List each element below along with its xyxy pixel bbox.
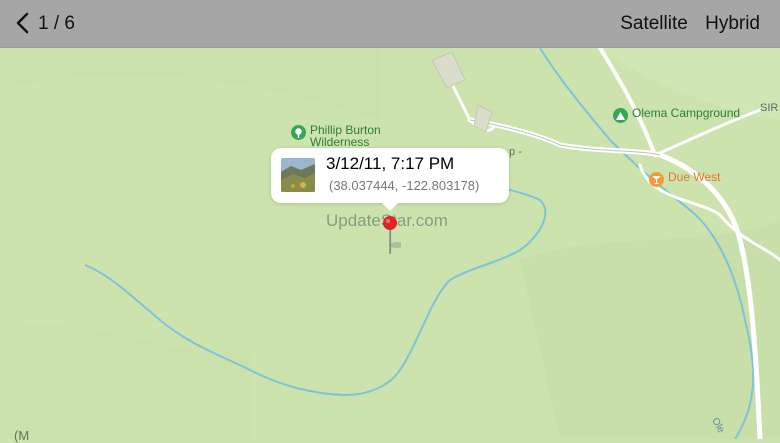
location-pin[interactable] [381, 215, 405, 257]
chevron-left-icon [16, 12, 29, 34]
road-label-fragment: p - [509, 146, 522, 158]
photo-timestamp: 3/12/11, 7:17 PM [326, 154, 455, 173]
satellite-button[interactable]: Satellite [620, 13, 688, 34]
tent-icon [613, 108, 628, 123]
photo-callout[interactable]: 3/12/11, 7:17 PM (38.037444, -122.803178… [271, 148, 509, 211]
callout-pointer [381, 202, 399, 211]
photo-coordinates: (38.037444, -122.803178) [329, 178, 480, 193]
map-type-selector: Satellite Hybrid [608, 13, 760, 35]
page-counter: 1 / 6 [38, 13, 75, 34]
cocktail-icon [649, 172, 664, 187]
road-label-sir: SIR [760, 102, 779, 114]
poi-label-olema-campground: Olema Campground [632, 106, 741, 120]
top-toolbar: 1 / 6 Satellite Hybrid [0, 0, 780, 48]
map-pin-icon [383, 216, 405, 254]
back-button[interactable] [12, 11, 36, 35]
photo-thumbnail[interactable] [281, 158, 315, 192]
poi-phillip-burton-wilderness[interactable]: Phillip Burton Wilderness [291, 124, 381, 148]
hybrid-button[interactable]: Hybrid [705, 13, 760, 34]
poi-label-due-west: Due West [668, 170, 721, 184]
poi-olema-campground[interactable]: Olema Campground [613, 107, 740, 123]
tree-icon [291, 125, 306, 140]
poi-label-phillip-burton: Phillip Burton Wilderness [310, 123, 381, 149]
map-fragment-label: (M [14, 428, 30, 443]
poi-due-west[interactable]: Due West [649, 171, 720, 187]
